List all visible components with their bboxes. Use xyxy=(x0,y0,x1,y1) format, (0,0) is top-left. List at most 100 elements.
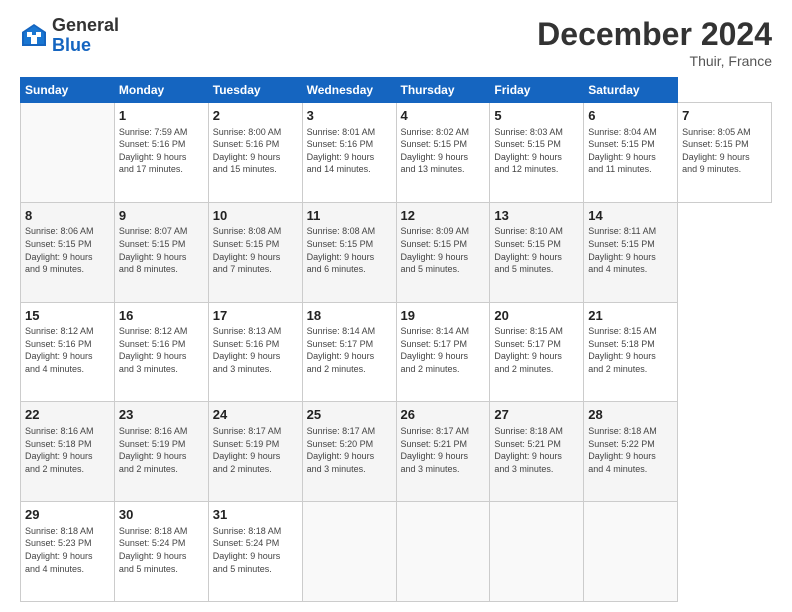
day-info: Sunrise: 8:15 AMSunset: 5:18 PMDaylight:… xyxy=(588,325,673,375)
page-header: General Blue December 2024 Thuir, France xyxy=(20,16,772,69)
day-info: Sunrise: 8:06 AMSunset: 5:15 PMDaylight:… xyxy=(25,225,110,275)
day-number: 10 xyxy=(213,207,298,225)
table-row: 10Sunrise: 8:08 AMSunset: 5:15 PMDayligh… xyxy=(208,202,302,302)
day-number: 1 xyxy=(119,107,204,125)
table-row: 17Sunrise: 8:13 AMSunset: 5:16 PMDayligh… xyxy=(208,302,302,402)
day-number: 31 xyxy=(213,506,298,524)
day-info: Sunrise: 8:01 AMSunset: 5:16 PMDaylight:… xyxy=(307,126,392,176)
table-row: 8Sunrise: 8:06 AMSunset: 5:15 PMDaylight… xyxy=(21,202,115,302)
day-info: Sunrise: 8:08 AMSunset: 5:15 PMDaylight:… xyxy=(213,225,298,275)
table-row: 13Sunrise: 8:10 AMSunset: 5:15 PMDayligh… xyxy=(490,202,584,302)
empty-cell xyxy=(21,103,115,203)
table-row: 5Sunrise: 8:03 AMSunset: 5:15 PMDaylight… xyxy=(490,103,584,203)
table-row: 7Sunrise: 8:05 AMSunset: 5:15 PMDaylight… xyxy=(678,103,772,203)
table-row: 26Sunrise: 8:17 AMSunset: 5:21 PMDayligh… xyxy=(396,402,490,502)
day-number: 6 xyxy=(588,107,673,125)
calendar-table: Sunday Monday Tuesday Wednesday Thursday… xyxy=(20,77,772,602)
day-info: Sunrise: 8:14 AMSunset: 5:17 PMDaylight:… xyxy=(401,325,486,375)
day-info: Sunrise: 8:09 AMSunset: 5:15 PMDaylight:… xyxy=(401,225,486,275)
day-number: 3 xyxy=(307,107,392,125)
table-row: 31Sunrise: 8:18 AMSunset: 5:24 PMDayligh… xyxy=(208,502,302,602)
day-info: Sunrise: 8:12 AMSunset: 5:16 PMDaylight:… xyxy=(25,325,110,375)
day-number: 30 xyxy=(119,506,204,524)
table-row: 11Sunrise: 8:08 AMSunset: 5:15 PMDayligh… xyxy=(302,202,396,302)
table-row: 20Sunrise: 8:15 AMSunset: 5:17 PMDayligh… xyxy=(490,302,584,402)
table-row: 16Sunrise: 8:12 AMSunset: 5:16 PMDayligh… xyxy=(114,302,208,402)
day-number: 18 xyxy=(307,307,392,325)
day-number: 4 xyxy=(401,107,486,125)
col-saturday: Saturday xyxy=(584,78,678,103)
day-info: Sunrise: 8:18 AMSunset: 5:22 PMDaylight:… xyxy=(588,425,673,475)
day-info: Sunrise: 8:17 AMSunset: 5:21 PMDaylight:… xyxy=(401,425,486,475)
day-info: Sunrise: 8:05 AMSunset: 5:15 PMDaylight:… xyxy=(682,126,767,176)
day-info: Sunrise: 8:18 AMSunset: 5:24 PMDaylight:… xyxy=(119,525,204,575)
calendar-header: Sunday Monday Tuesday Wednesday Thursday… xyxy=(21,78,772,103)
day-number: 15 xyxy=(25,307,110,325)
day-number: 11 xyxy=(307,207,392,225)
table-row: 30Sunrise: 8:18 AMSunset: 5:24 PMDayligh… xyxy=(114,502,208,602)
month-title: December 2024 xyxy=(537,16,772,53)
col-friday: Friday xyxy=(490,78,584,103)
location-text: Thuir, France xyxy=(537,53,772,69)
table-row xyxy=(584,502,678,602)
col-tuesday: Tuesday xyxy=(208,78,302,103)
day-info: Sunrise: 8:11 AMSunset: 5:15 PMDaylight:… xyxy=(588,225,673,275)
table-row xyxy=(396,502,490,602)
table-row: 25Sunrise: 8:17 AMSunset: 5:20 PMDayligh… xyxy=(302,402,396,502)
day-info: Sunrise: 8:14 AMSunset: 5:17 PMDaylight:… xyxy=(307,325,392,375)
day-info: Sunrise: 8:16 AMSunset: 5:18 PMDaylight:… xyxy=(25,425,110,475)
table-row: 23Sunrise: 8:16 AMSunset: 5:19 PMDayligh… xyxy=(114,402,208,502)
day-number: 28 xyxy=(588,406,673,424)
day-number: 26 xyxy=(401,406,486,424)
table-row: 22Sunrise: 8:16 AMSunset: 5:18 PMDayligh… xyxy=(21,402,115,502)
table-row: 1Sunrise: 7:59 AMSunset: 5:16 PMDaylight… xyxy=(114,103,208,203)
table-row xyxy=(302,502,396,602)
col-monday: Monday xyxy=(114,78,208,103)
day-number: 12 xyxy=(401,207,486,225)
day-number: 7 xyxy=(682,107,767,125)
day-number: 9 xyxy=(119,207,204,225)
logo-general-text: General xyxy=(52,15,119,35)
day-info: Sunrise: 8:18 AMSunset: 5:24 PMDaylight:… xyxy=(213,525,298,575)
day-info: Sunrise: 8:02 AMSunset: 5:15 PMDaylight:… xyxy=(401,126,486,176)
day-info: Sunrise: 8:15 AMSunset: 5:17 PMDaylight:… xyxy=(494,325,579,375)
logo-icon xyxy=(20,22,48,50)
calendar-week-5: 29Sunrise: 8:18 AMSunset: 5:23 PMDayligh… xyxy=(21,502,772,602)
table-row: 24Sunrise: 8:17 AMSunset: 5:19 PMDayligh… xyxy=(208,402,302,502)
table-row xyxy=(490,502,584,602)
day-info: Sunrise: 8:00 AMSunset: 5:16 PMDaylight:… xyxy=(213,126,298,176)
col-wednesday: Wednesday xyxy=(302,78,396,103)
day-info: Sunrise: 8:04 AMSunset: 5:15 PMDaylight:… xyxy=(588,126,673,176)
table-row: 21Sunrise: 8:15 AMSunset: 5:18 PMDayligh… xyxy=(584,302,678,402)
day-info: Sunrise: 8:17 AMSunset: 5:19 PMDaylight:… xyxy=(213,425,298,475)
day-number: 8 xyxy=(25,207,110,225)
table-row: 28Sunrise: 8:18 AMSunset: 5:22 PMDayligh… xyxy=(584,402,678,502)
col-thursday: Thursday xyxy=(396,78,490,103)
calendar-week-4: 22Sunrise: 8:16 AMSunset: 5:18 PMDayligh… xyxy=(21,402,772,502)
day-info: Sunrise: 8:13 AMSunset: 5:16 PMDaylight:… xyxy=(213,325,298,375)
day-number: 17 xyxy=(213,307,298,325)
day-number: 20 xyxy=(494,307,579,325)
day-number: 25 xyxy=(307,406,392,424)
table-row: 18Sunrise: 8:14 AMSunset: 5:17 PMDayligh… xyxy=(302,302,396,402)
day-info: Sunrise: 8:16 AMSunset: 5:19 PMDaylight:… xyxy=(119,425,204,475)
calendar-week-2: 8Sunrise: 8:06 AMSunset: 5:15 PMDaylight… xyxy=(21,202,772,302)
calendar-week-1: 1Sunrise: 7:59 AMSunset: 5:16 PMDaylight… xyxy=(21,103,772,203)
table-row: 6Sunrise: 8:04 AMSunset: 5:15 PMDaylight… xyxy=(584,103,678,203)
calendar-body: 1Sunrise: 7:59 AMSunset: 5:16 PMDaylight… xyxy=(21,103,772,602)
table-row: 15Sunrise: 8:12 AMSunset: 5:16 PMDayligh… xyxy=(21,302,115,402)
table-row: 27Sunrise: 8:18 AMSunset: 5:21 PMDayligh… xyxy=(490,402,584,502)
day-number: 21 xyxy=(588,307,673,325)
table-row: 3Sunrise: 8:01 AMSunset: 5:16 PMDaylight… xyxy=(302,103,396,203)
day-number: 5 xyxy=(494,107,579,125)
table-row: 14Sunrise: 8:11 AMSunset: 5:15 PMDayligh… xyxy=(584,202,678,302)
table-row: 4Sunrise: 8:02 AMSunset: 5:15 PMDaylight… xyxy=(396,103,490,203)
calendar-week-3: 15Sunrise: 8:12 AMSunset: 5:16 PMDayligh… xyxy=(21,302,772,402)
day-info: Sunrise: 8:08 AMSunset: 5:15 PMDaylight:… xyxy=(307,225,392,275)
table-row: 9Sunrise: 8:07 AMSunset: 5:15 PMDaylight… xyxy=(114,202,208,302)
table-row: 29Sunrise: 8:18 AMSunset: 5:23 PMDayligh… xyxy=(21,502,115,602)
title-block: December 2024 Thuir, France xyxy=(537,16,772,69)
day-number: 22 xyxy=(25,406,110,424)
table-row: 19Sunrise: 8:14 AMSunset: 5:17 PMDayligh… xyxy=(396,302,490,402)
day-info: Sunrise: 8:07 AMSunset: 5:15 PMDaylight:… xyxy=(119,225,204,275)
